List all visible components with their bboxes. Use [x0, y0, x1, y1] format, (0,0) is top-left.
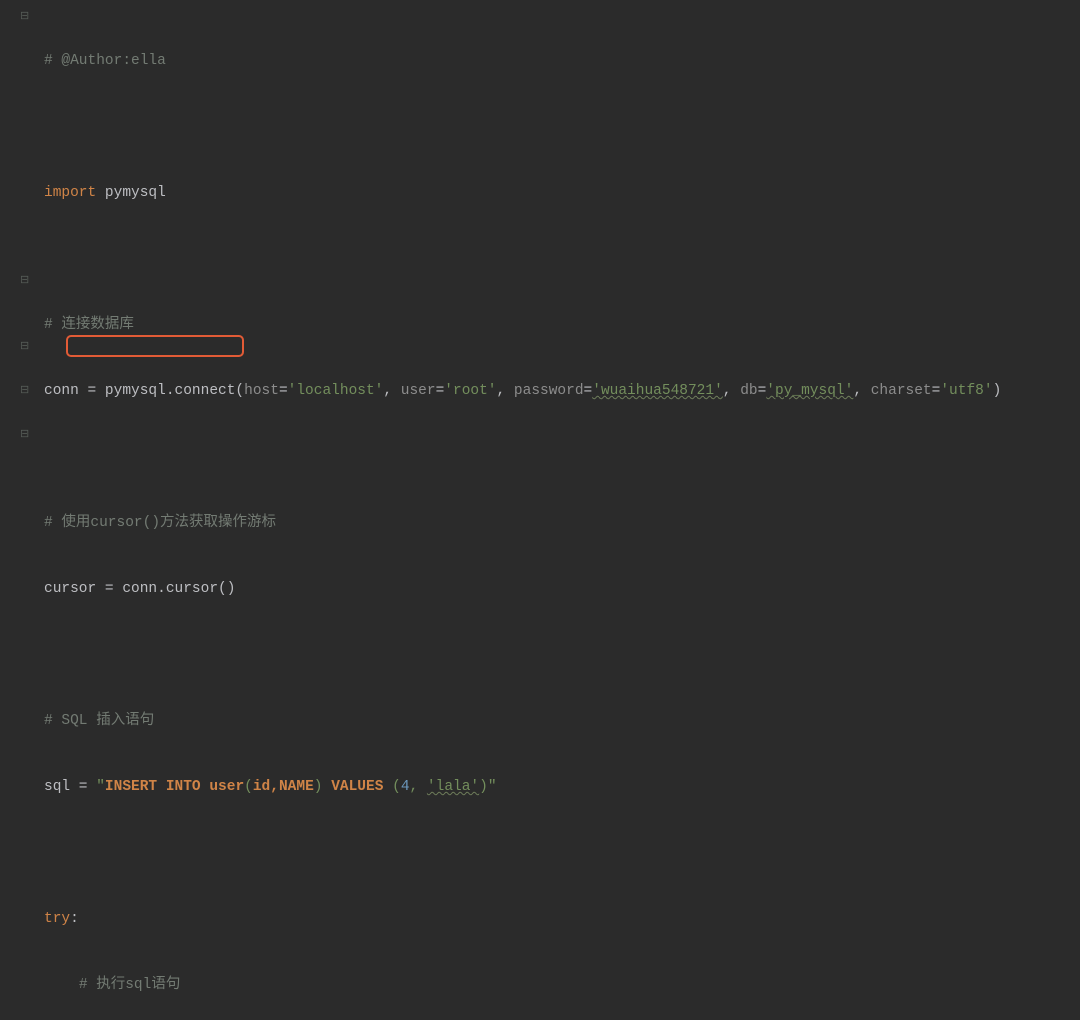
- keyword-import: import: [44, 185, 96, 201]
- connect-line: conn = pymysql.connect(host='localhost',…: [44, 380, 1080, 402]
- code-editor[interactable]: ⊟ ⊟ ⊟ ⊟ ⊟ # @Author:ella import pymysql …: [0, 0, 1080, 510]
- fold-icon[interactable]: ⊟: [20, 380, 32, 402]
- fold-icon[interactable]: ⊟: [20, 270, 32, 292]
- gutter: ⊟ ⊟ ⊟ ⊟ ⊟: [0, 0, 40, 510]
- fold-icon[interactable]: ⊟: [20, 6, 32, 28]
- code-area[interactable]: # @Author:ella import pymysql # 连接数据库 co…: [0, 6, 1080, 1020]
- keyword-try: try: [44, 911, 70, 927]
- fold-icon[interactable]: ⊟: [20, 336, 32, 358]
- sql-line: sql = "INSERT INTO user(id,NAME) VALUES …: [44, 776, 1080, 798]
- comment: # 执行sql语句: [79, 977, 181, 993]
- comment: # @Author:ella: [44, 53, 166, 69]
- comment: # SQL 插入语句: [44, 713, 154, 729]
- comment: # 使用cursor()方法获取操作游标: [44, 515, 276, 531]
- fold-icon[interactable]: ⊟: [20, 424, 32, 446]
- comment: # 连接数据库: [44, 317, 134, 333]
- code-text: cursor = conn.cursor(): [44, 581, 235, 597]
- module-name: pymysql: [105, 185, 166, 201]
